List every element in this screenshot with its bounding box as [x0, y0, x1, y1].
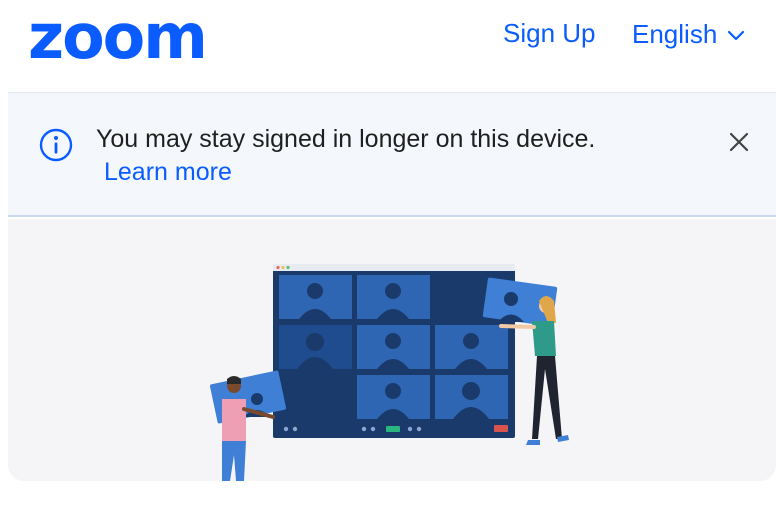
- video-meeting-illustration: [209, 264, 569, 481]
- language-selector[interactable]: English: [632, 19, 745, 50]
- learn-more-link[interactable]: Learn more: [104, 158, 232, 187]
- hero-illustration-area: [8, 219, 776, 481]
- sign-up-link[interactable]: Sign Up: [503, 18, 596, 49]
- zoom-logo[interactable]: zoom: [28, 2, 208, 72]
- chevron-down-icon: [728, 30, 745, 41]
- header: zoom Sign Up English: [0, 0, 776, 90]
- banner-message: You may stay signed in longer on this de…: [96, 125, 596, 153]
- close-icon[interactable]: [728, 131, 750, 153]
- info-icon: [39, 128, 73, 162]
- language-label: English: [632, 19, 718, 49]
- info-banner: You may stay signed in longer on this de…: [8, 92, 776, 217]
